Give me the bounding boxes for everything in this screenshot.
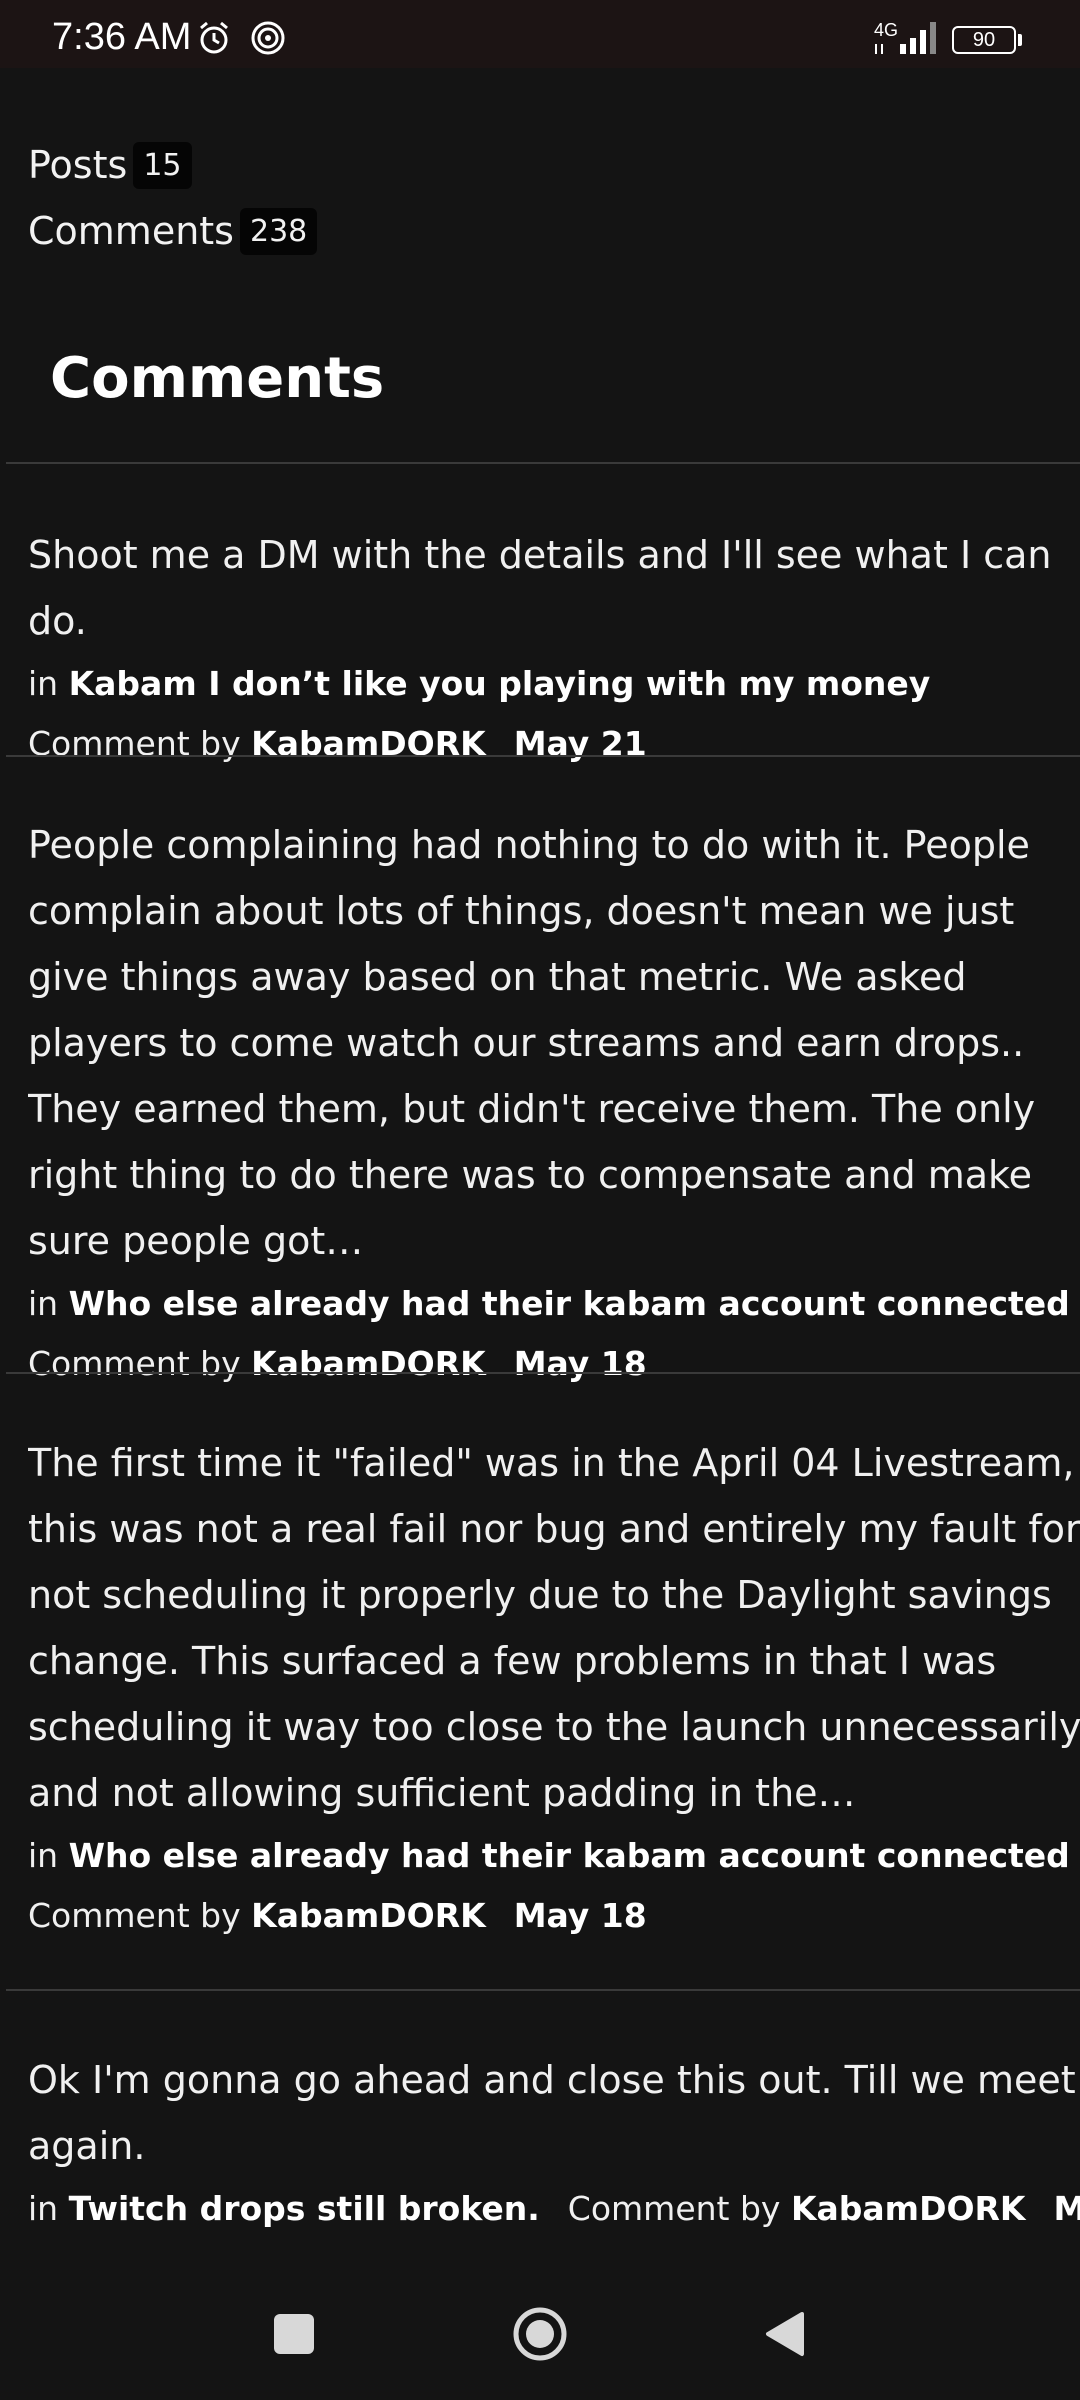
comment-body[interactable]: Shoot me a DM with the details and I'll … xyxy=(28,522,1080,654)
page-title: Comments xyxy=(50,346,385,411)
comment-meta: Comment by KabamDORK May 18 xyxy=(28,1886,1080,1946)
author-prefix: Comment by xyxy=(567,2189,781,2228)
author-link[interactable]: KabamDORK xyxy=(251,724,486,763)
comment-thread-line: in Who else already had their kabam acco… xyxy=(28,1274,1080,1334)
comment-date[interactable]: May 18 xyxy=(514,1896,647,1935)
comment-body[interactable]: Ok I'm gonna go ahead and close this out… xyxy=(28,2047,1080,2179)
status-time: 7:36 AM xyxy=(52,16,192,58)
thread-prefix: in xyxy=(28,1836,59,1875)
home-icon[interactable] xyxy=(512,2306,568,2362)
thread-prefix: in xyxy=(28,1284,59,1323)
comments-count-row[interactable]: Comments 238 xyxy=(28,198,318,264)
thread-link[interactable]: Kabam I don’t like you playing with my m… xyxy=(69,664,931,703)
comments-count-badge: 238 xyxy=(239,207,318,255)
comment-meta: Comment by KabamDORK May 18 xyxy=(28,1334,1080,1394)
comment-body[interactable]: People complaining had nothing to do wit… xyxy=(28,812,1080,1274)
comment-meta: in Twitch drops still broken. Comment by … xyxy=(28,2179,1080,2239)
thread-link[interactable]: Who else already had their kabam account… xyxy=(69,1836,1080,1875)
comment-body[interactable]: The first time it "failed" was in the Ap… xyxy=(28,1430,1080,1826)
thread-link[interactable]: Twitch drops still broken. xyxy=(69,2189,540,2228)
comment-item: Ok I'm gonna go ahead and close this out… xyxy=(28,2047,1080,2239)
comment-meta: Comment by KabamDORK May 21 xyxy=(28,714,1080,774)
comment-date[interactable]: May 17 xyxy=(1054,2189,1080,2228)
comment-thread-line: in Who else already had their kabam acco… xyxy=(28,1826,1080,1886)
posts-count-badge: 15 xyxy=(133,141,192,189)
comment-item: The first time it "failed" was in the Ap… xyxy=(28,1430,1080,1946)
status-bar: 7:36 AM 4G 90 xyxy=(0,0,1080,68)
posts-count-row[interactable]: Posts 15 xyxy=(28,132,317,198)
hotspot-icon xyxy=(251,21,285,55)
system-nav-bar xyxy=(0,2260,1080,2400)
comment-item: Shoot me a DM with the details and I'll … xyxy=(28,522,1080,774)
thread-link[interactable]: Who else already had their kabam account… xyxy=(69,1284,1080,1323)
profile-counts: Posts 15 Comments 238 xyxy=(28,132,318,264)
comment-date[interactable]: May 18 xyxy=(514,1344,647,1383)
back-icon[interactable] xyxy=(762,2310,806,2358)
comment-thread-line: in Kabam I don’t like you playing with m… xyxy=(28,654,1080,714)
divider xyxy=(6,755,1080,757)
author-prefix: Comment by xyxy=(28,724,241,763)
recents-icon[interactable] xyxy=(274,2314,314,2354)
divider xyxy=(6,1372,1080,1374)
thread-prefix: in xyxy=(28,2189,59,2228)
thread-prefix: in xyxy=(28,664,59,703)
signal-icon xyxy=(875,22,936,54)
alarm-icon xyxy=(200,21,228,54)
comment-date[interactable]: May 21 xyxy=(514,724,647,763)
author-link[interactable]: KabamDORK xyxy=(251,1344,486,1383)
comment-item: People complaining had nothing to do wit… xyxy=(28,812,1080,1394)
divider xyxy=(6,1989,1080,1991)
author-prefix: Comment by xyxy=(28,1896,241,1935)
author-link[interactable]: KabamDORK xyxy=(791,2189,1026,2228)
posts-label[interactable]: Posts xyxy=(28,143,127,187)
divider xyxy=(6,462,1080,464)
author-link[interactable]: KabamDORK xyxy=(251,1896,486,1935)
author-prefix: Comment by xyxy=(28,1344,241,1383)
comments-label[interactable]: Comments xyxy=(28,209,234,253)
battery-icon: 90 xyxy=(952,26,1016,54)
battery-tip xyxy=(1018,34,1022,46)
